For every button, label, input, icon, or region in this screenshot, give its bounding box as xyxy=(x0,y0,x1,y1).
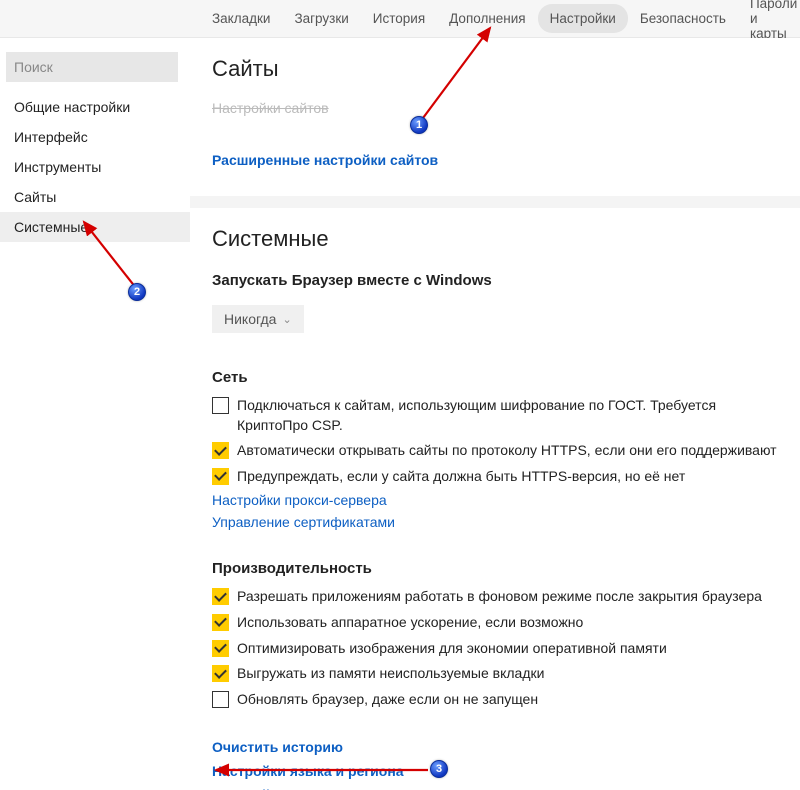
search-input[interactable] xyxy=(14,59,170,75)
tab-security[interactable]: Безопасность xyxy=(628,4,738,33)
checkbox-checked-icon[interactable] xyxy=(212,640,229,657)
certificates-link[interactable]: Управление сертификатами xyxy=(212,514,778,530)
tab-settings[interactable]: Настройки xyxy=(538,4,628,33)
perf-opt-images[interactable]: Оптимизировать изображения для экономии … xyxy=(212,639,778,659)
opt-label: Автоматически открывать сайты по протоко… xyxy=(237,441,777,461)
sites-section: Сайты Настройки сайтов Расширенные настр… xyxy=(190,38,800,196)
callout-badge-3: 3 xyxy=(430,760,448,778)
opt-label: Разрешать приложениям работать в фоновом… xyxy=(237,587,762,607)
language-region-link[interactable]: Настройки языка и региона xyxy=(212,763,778,779)
perf-opt-unload-tabs[interactable]: Выгружать из памяти неиспользуемые вклад… xyxy=(212,664,778,684)
sidebar-item-interface[interactable]: Интерфейс xyxy=(0,122,190,152)
checkbox-checked-icon[interactable] xyxy=(212,665,229,682)
top-tabbar: Закладки Загрузки История Дополнения Нас… xyxy=(0,0,800,38)
launch-heading: Запускать Браузер вместе с Windows xyxy=(212,272,778,289)
perf-opt-background[interactable]: Разрешать приложениям работать в фоновом… xyxy=(212,587,778,607)
callout-badge-1: 1 xyxy=(410,116,428,134)
opt-label: Обновлять браузер, даже если он не запущ… xyxy=(237,690,538,710)
proxy-settings-link[interactable]: Настройки прокси-сервера xyxy=(212,492,778,508)
network-opt-https-warn[interactable]: Предупреждать, если у сайта должна быть … xyxy=(212,467,778,487)
sidebar-item-tools[interactable]: Инструменты xyxy=(0,152,190,182)
checkbox-checked-icon[interactable] xyxy=(212,442,229,459)
sidebar-item-general[interactable]: Общие настройки xyxy=(0,92,190,122)
system-heading: Системные xyxy=(212,226,778,252)
sites-heading: Сайты xyxy=(212,56,778,82)
bottom-links: Очистить историю Настройки языка и регио… xyxy=(212,739,778,790)
performance-heading: Производительность xyxy=(212,560,778,577)
sidebar-item-system[interactable]: Системные xyxy=(0,212,190,242)
opt-label: Выгружать из памяти неиспользуемые вклад… xyxy=(237,664,544,684)
sidebar-item-sites[interactable]: Сайты xyxy=(0,182,190,212)
settings-sidebar: Общие настройки Интерфейс Инструменты Са… xyxy=(0,38,190,790)
tab-downloads[interactable]: Загрузки xyxy=(282,4,360,33)
tab-history[interactable]: История xyxy=(361,4,437,33)
checkbox-icon[interactable] xyxy=(212,691,229,708)
checkbox-checked-icon[interactable] xyxy=(212,468,229,485)
network-heading: Сеть xyxy=(212,369,778,386)
clear-history-link[interactable]: Очистить историю xyxy=(212,739,778,755)
search-box[interactable] xyxy=(6,52,178,82)
checkbox-checked-icon[interactable] xyxy=(212,588,229,605)
launch-value: Никогда xyxy=(224,311,276,327)
checkbox-icon[interactable] xyxy=(212,397,229,414)
tab-bookmarks[interactable]: Закладки xyxy=(200,4,282,33)
opt-label: Подключаться к сайтам, использующим шифр… xyxy=(237,396,778,435)
perf-opt-hardware[interactable]: Использовать аппаратное ускорение, если … xyxy=(212,613,778,633)
launch-dropdown[interactable]: Никогда ⌄ xyxy=(212,305,304,333)
settings-content: Сайты Настройки сайтов Расширенные настр… xyxy=(190,38,800,790)
opt-label: Оптимизировать изображения для экономии … xyxy=(237,639,667,659)
advanced-site-settings-link[interactable]: Расширенные настройки сайтов xyxy=(212,152,778,168)
checkbox-checked-icon[interactable] xyxy=(212,614,229,631)
network-opt-https-auto[interactable]: Автоматически открывать сайты по протоко… xyxy=(212,441,778,461)
network-opt-gost[interactable]: Подключаться к сайтам, использующим шифр… xyxy=(212,396,778,435)
callout-badge-2: 2 xyxy=(128,283,146,301)
sites-struck-link: Настройки сайтов xyxy=(212,100,778,116)
tab-addons[interactable]: Дополнения xyxy=(437,4,537,33)
opt-label: Использовать аппаратное ускорение, если … xyxy=(237,613,583,633)
chevron-down-icon: ⌄ xyxy=(282,313,291,326)
perf-opt-update-closed[interactable]: Обновлять браузер, даже если он не запущ… xyxy=(212,690,778,710)
system-section: Системные Запускать Браузер вместе с Win… xyxy=(190,208,800,790)
opt-label: Предупреждать, если у сайта должна быть … xyxy=(237,467,685,487)
